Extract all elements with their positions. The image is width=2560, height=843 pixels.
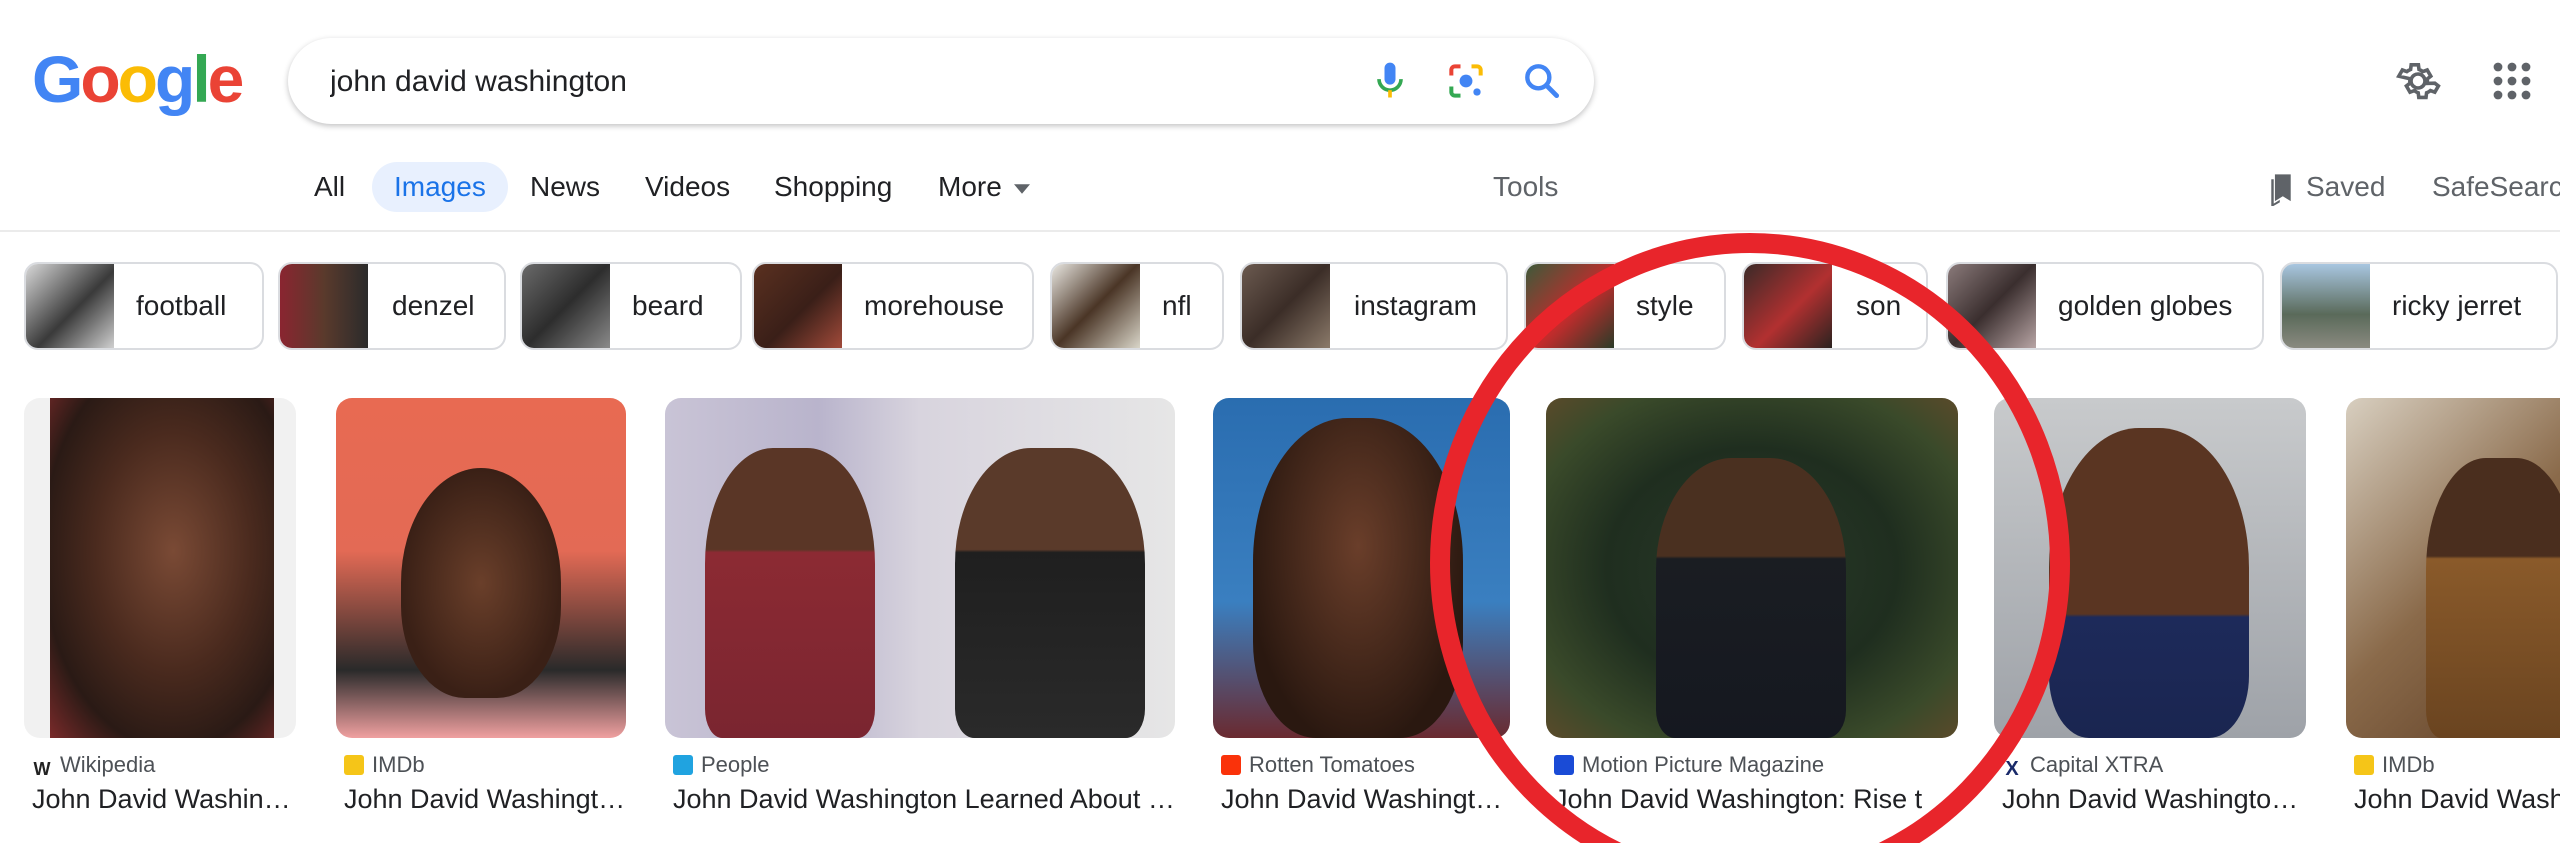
motion-picture-magazine-favicon-icon <box>1554 755 1574 775</box>
google-lens-icon[interactable] <box>1444 59 1488 103</box>
logo-letter: g <box>155 42 195 116</box>
result-source[interactable]: W Wikipedia <box>32 750 155 780</box>
chip-thumbnail <box>2282 264 2370 348</box>
chip-thumbnail <box>1052 264 1140 348</box>
result-image[interactable] <box>665 398 1175 738</box>
result-image[interactable] <box>336 398 626 738</box>
chip-label: instagram <box>1354 290 1477 321</box>
result-title[interactable]: John David Washington: Rise t <box>1554 784 1966 815</box>
search-input[interactable] <box>328 58 1312 106</box>
search-box[interactable] <box>288 38 1594 124</box>
result-title[interactable]: John David Washingt… <box>344 784 634 815</box>
safesearch-button[interactable]: SafeSearch <box>2432 162 2560 212</box>
chip-label: ricky jerret <box>2392 290 2522 321</box>
result-title[interactable]: John David Washingt… <box>1221 784 1518 815</box>
logo-letter: e <box>207 42 245 116</box>
result-source-label: Motion Picture Magazine <box>1582 752 1825 777</box>
chip-label: style <box>1636 290 1694 321</box>
logo-letter: l <box>192 42 210 116</box>
chip-label: beard <box>632 290 704 321</box>
header-divider <box>0 230 2560 232</box>
result-image[interactable] <box>2346 398 2560 738</box>
chip-nfl[interactable]: nfl <box>1050 262 1224 350</box>
chip-ricky-jerret[interactable]: ricky jerret <box>2280 262 2558 350</box>
result-image[interactable] <box>1994 398 2306 738</box>
result-title[interactable]: John David Washi <box>2354 784 2560 815</box>
result-source-label: Rotten Tomatoes <box>1249 752 1415 777</box>
result-source[interactable]: IMDb <box>344 750 425 780</box>
chip-football[interactable]: football <box>24 262 264 350</box>
chip-thumbnail <box>754 264 842 348</box>
google-logo[interactable]: Google <box>32 42 245 116</box>
chip-thumbnail <box>280 264 368 348</box>
result-source[interactable]: IMDb <box>2354 750 2435 780</box>
chip-son[interactable]: son <box>1742 262 1928 350</box>
chip-thumbnail <box>522 264 610 348</box>
result-source[interactable]: Rotten Tomatoes <box>1221 750 1415 780</box>
result-image[interactable] <box>24 398 296 738</box>
logo-letter: G <box>32 42 83 116</box>
gear-icon[interactable] <box>2394 57 2442 105</box>
tab-images[interactable]: Images <box>372 162 508 212</box>
chip-label: son <box>1856 290 1902 321</box>
tools-button[interactable]: Tools <box>1493 162 1558 212</box>
result-source-label: IMDb <box>2382 752 2435 777</box>
result-source-label: People <box>701 752 770 777</box>
result-source[interactable]: X Capital XTRA <box>2002 750 2163 780</box>
apps-grid-icon[interactable] <box>2488 57 2536 105</box>
imdb-favicon-icon <box>2354 755 2374 775</box>
chip-morehouse[interactable]: morehouse <box>752 262 1034 350</box>
chip-label: morehouse <box>864 290 1005 321</box>
chip-beard[interactable]: beard <box>520 262 742 350</box>
chip-thumbnail <box>1242 264 1330 348</box>
result-image[interactable] <box>1213 398 1510 738</box>
search-icon[interactable] <box>1520 59 1564 103</box>
result-source-label: IMDb <box>372 752 425 777</box>
chip-label: denzel <box>392 290 475 321</box>
imdb-favicon-icon <box>344 755 364 775</box>
wikipedia-favicon-icon: W <box>32 759 52 779</box>
tab-news[interactable]: News <box>530 162 600 212</box>
result-source[interactable]: People <box>673 750 770 780</box>
capital-xtra-favicon-icon: X <box>2002 759 2022 779</box>
microphone-icon[interactable] <box>1368 59 1412 103</box>
result-title[interactable]: John David Washin… <box>32 784 312 815</box>
tab-all[interactable]: All <box>314 162 345 212</box>
chip-instagram[interactable]: instagram <box>1240 262 1508 350</box>
chip-label: golden globes <box>2058 290 2233 321</box>
chip-style[interactable]: style <box>1524 262 1726 350</box>
result-source-label: Wikipedia <box>60 752 156 777</box>
tab-videos[interactable]: Videos <box>645 162 730 212</box>
chip-label: football <box>136 290 227 321</box>
logo-letter: o <box>80 42 120 116</box>
chip-thumbnail <box>1526 264 1614 348</box>
result-title[interactable]: John David Washington Learned About … <box>673 784 1183 815</box>
logo-letter: o <box>117 42 158 116</box>
result-source[interactable]: Motion Picture Magazine <box>1554 750 1824 780</box>
result-source-label: Capital XTRA <box>2030 752 2164 777</box>
chip-golden-globes[interactable]: golden globes <box>1946 262 2264 350</box>
caret-down-icon <box>1013 183 1030 194</box>
tab-shopping[interactable]: Shopping <box>774 162 892 212</box>
rotten-tomatoes-favicon-icon <box>1221 755 1241 775</box>
bookmark-icon <box>2271 174 2291 207</box>
chip-denzel[interactable]: denzel <box>278 262 506 350</box>
tab-more[interactable]: More <box>938 162 1030 212</box>
chip-label: nfl <box>1162 290 1192 321</box>
saved-button[interactable]: Saved <box>2266 162 2385 212</box>
chip-thumbnail <box>26 264 114 348</box>
saved-label: Saved <box>2306 171 2386 202</box>
tab-more-label: More <box>938 171 1002 202</box>
result-image[interactable] <box>1546 398 1958 738</box>
result-title[interactable]: John David Washingto… <box>2002 784 2314 815</box>
chip-thumbnail <box>1948 264 2036 348</box>
people-favicon-icon <box>673 755 693 775</box>
chip-thumbnail <box>1744 264 1832 348</box>
